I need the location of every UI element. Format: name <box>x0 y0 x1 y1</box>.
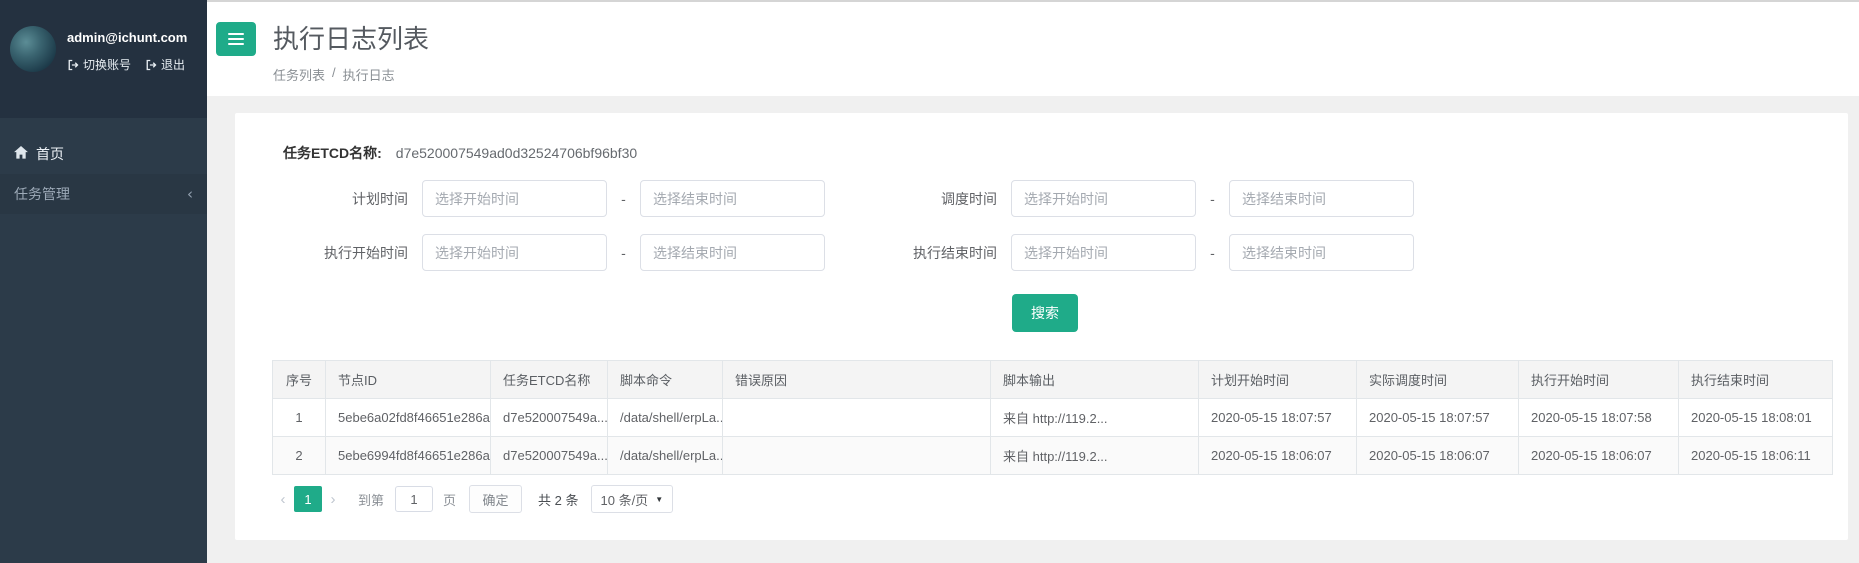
user-info: admin@ichunt.com 切换账号 退出 <box>67 26 187 118</box>
logout-label: 退出 <box>161 58 186 72</box>
col-node-id: 节点ID <box>325 360 491 399</box>
breadcrumb-task-list[interactable]: 任务列表 <box>273 65 325 84</box>
range-separator: - <box>1210 190 1215 207</box>
etcd-name-label: 任务ETCD名称: <box>283 145 382 161</box>
log-card: 任务ETCD名称: d7e520007549ad0d32524706bf96bf… <box>235 113 1848 540</box>
col-script-output: 脚本输出 <box>990 360 1199 399</box>
cell-actual-schedule: 2020-05-15 18:06:07 <box>1356 436 1519 475</box>
col-exec-start: 执行开始时间 <box>1518 360 1679 399</box>
pagination: ‹ 1 › 到第 页 确定 共 2 条 10 条/页 ▼ <box>272 485 1848 513</box>
cell-plan-start: 2020-05-15 18:06:07 <box>1198 436 1357 475</box>
sidebar-item-task-management[interactable]: 任务管理 ‹ <box>0 174 207 214</box>
cell-script-output: 来自 http://119.2... <box>990 436 1199 475</box>
sign-out-icon <box>145 59 157 71</box>
range-separator: - <box>621 190 626 207</box>
col-actual-schedule: 实际调度时间 <box>1356 360 1519 399</box>
sidebar: admin@ichunt.com 切换账号 退出 首页 任务管理 ‹ <box>0 0 207 563</box>
user-panel: admin@ichunt.com 切换账号 退出 <box>0 0 207 118</box>
goto-page-label: 到第 <box>358 492 385 508</box>
page-unit-label: 页 <box>443 492 457 508</box>
sidebar-toggle-button[interactable] <box>216 22 256 56</box>
cell-etcd-name: d7e520007549a... <box>490 436 608 475</box>
breadcrumb-separator: / <box>332 65 336 80</box>
confirm-page-button[interactable]: 确定 <box>469 485 523 513</box>
log-table-wrap: 序号 节点ID 任务ETCD名称 脚本命令 错误原因 脚本输出 计划开始时间 实… <box>272 360 1833 475</box>
current-page-button[interactable]: 1 <box>294 486 322 512</box>
cell-node-id: 5ebe6994fd8f46651e286ad6 <box>325 436 491 475</box>
home-icon <box>14 146 28 162</box>
log-table: 序号 节点ID 任务ETCD名称 脚本命令 错误原因 脚本输出 计划开始时间 实… <box>272 360 1833 475</box>
dropdown-caret-icon: ▼ <box>655 494 664 504</box>
sidebar-item-label: 首页 <box>36 146 64 162</box>
topbar: 执行日志列表 任务列表 / 执行日志 <box>207 0 1859 96</box>
prev-page-button[interactable]: ‹ <box>272 491 294 508</box>
exec-start-end-input[interactable] <box>640 234 825 271</box>
cell-exec-start: 2020-05-15 18:06:07 <box>1518 436 1679 475</box>
cell-plan-start: 2020-05-15 18:07:57 <box>1198 398 1357 437</box>
next-page-button[interactable]: › <box>322 491 344 508</box>
schedule-end-time-input[interactable] <box>1229 180 1414 217</box>
cell-etcd-name: d7e520007549a... <box>490 398 608 437</box>
plan-end-time-input[interactable] <box>640 180 825 217</box>
cell-script-command: /data/shell/erpLa... <box>607 436 723 475</box>
exec-start-begin-input[interactable] <box>422 234 607 271</box>
page: admin@ichunt.com 切换账号 退出 首页 任务管理 ‹ 执行日志列… <box>0 0 1859 563</box>
cell-script-command: /data/shell/erpLa... <box>607 398 723 437</box>
range-separator: - <box>1210 244 1215 261</box>
col-error-reason: 错误原因 <box>722 360 991 399</box>
logout-button[interactable]: 退出 <box>145 56 185 73</box>
filter-row-2: 执行开始时间 - 执行结束时间 - <box>235 234 1848 271</box>
col-etcd-name: 任务ETCD名称 <box>490 360 608 399</box>
page-size-select[interactable]: 10 条/页 ▼ <box>590 485 674 513</box>
total-count-label: 共 2 条 <box>538 492 579 508</box>
col-plan-start: 计划开始时间 <box>1198 360 1357 399</box>
cell-exec-start: 2020-05-15 18:07:58 <box>1518 398 1679 437</box>
search-button[interactable]: 搜索 <box>1012 294 1078 332</box>
cell-index: 1 <box>272 398 326 437</box>
switch-account-label: 切换账号 <box>83 58 132 72</box>
cell-error-reason <box>722 436 991 475</box>
page-title: 执行日志列表 <box>273 24 430 54</box>
etcd-name-value: d7e520007549ad0d32524706bf96bf30 <box>395 145 638 161</box>
cell-actual-schedule: 2020-05-15 18:07:57 <box>1356 398 1519 437</box>
sidebar-item-home[interactable]: 首页 <box>0 134 207 174</box>
table-header-row: 序号 节点ID 任务ETCD名称 脚本命令 错误原因 脚本输出 计划开始时间 实… <box>272 360 1833 399</box>
col-script-command: 脚本命令 <box>607 360 723 399</box>
cell-script-output: 来自 http://119.2... <box>990 398 1199 437</box>
cell-exec-end: 2020-05-15 18:06:11 <box>1678 436 1833 475</box>
content: 任务ETCD名称: d7e520007549ad0d32524706bf96bf… <box>207 96 1859 563</box>
exec-end-begin-input[interactable] <box>1011 234 1196 271</box>
cell-exec-end: 2020-05-15 18:08:01 <box>1678 398 1833 437</box>
table-row[interactable]: 1 5ebe6a02fd8f46651e286ad7 d7e520007549a… <box>272 398 1833 437</box>
chevron-left-icon: ‹ <box>187 185 193 203</box>
sign-out-icon <box>67 59 79 71</box>
range-separator: - <box>621 244 626 261</box>
plan-time-label: 计划时间 <box>352 190 408 207</box>
breadcrumb: 任务列表 / 执行日志 <box>273 65 429 84</box>
switch-account-button[interactable]: 切换账号 <box>67 56 131 73</box>
schedule-start-time-input[interactable] <box>1011 180 1196 217</box>
col-index: 序号 <box>272 360 326 399</box>
breadcrumb-current: 执行日志 <box>342 68 395 83</box>
exec-end-time-label: 执行结束时间 <box>913 244 997 261</box>
main-area: 执行日志列表 任务列表 / 执行日志 任务ETCD名称: d7e52000754… <box>207 0 1859 563</box>
schedule-time-label: 调度时间 <box>941 190 997 207</box>
filter-row-1: 计划时间 - 调度时间 - <box>235 180 1848 217</box>
exec-start-time-label: 执行开始时间 <box>324 244 408 261</box>
exec-end-end-input[interactable] <box>1229 234 1414 271</box>
sidebar-menu: 首页 任务管理 ‹ <box>0 118 207 214</box>
cell-index: 2 <box>272 436 326 475</box>
cell-error-reason <box>722 398 991 437</box>
hamburger-icon <box>228 33 244 45</box>
sidebar-item-label: 任务管理 <box>14 186 70 202</box>
goto-page-input[interactable] <box>395 486 434 512</box>
col-exec-end: 执行结束时间 <box>1678 360 1833 399</box>
user-email: admin@ichunt.com <box>67 30 188 45</box>
page-size-value: 10 条/页 <box>600 492 649 508</box>
table-row[interactable]: 2 5ebe6994fd8f46651e286ad6 d7e520007549a… <box>272 436 1833 475</box>
cell-node-id: 5ebe6a02fd8f46651e286ad7 <box>325 398 491 437</box>
plan-start-time-input[interactable] <box>422 180 607 217</box>
avatar <box>10 26 56 72</box>
